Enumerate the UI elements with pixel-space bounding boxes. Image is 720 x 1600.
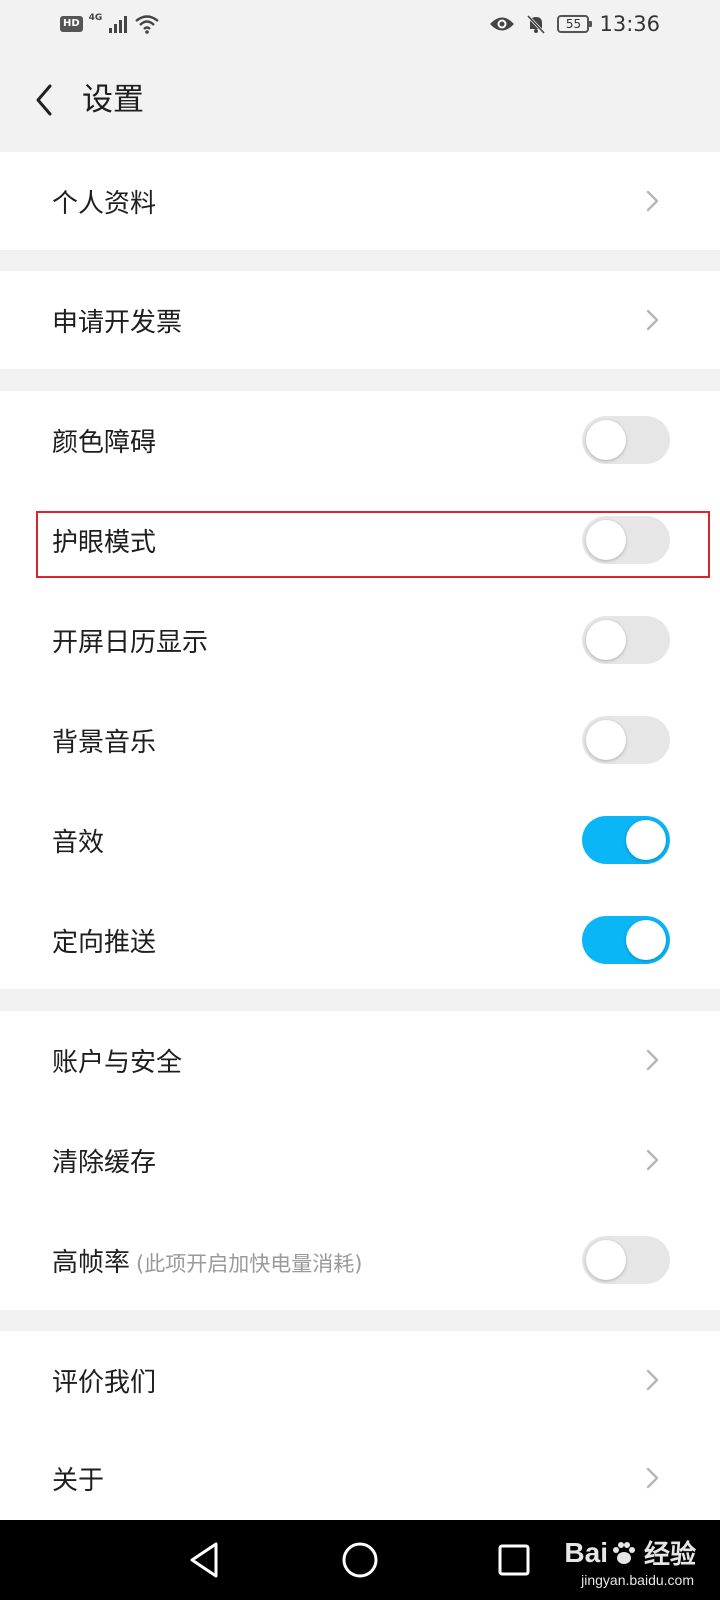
row-account-security[interactable]: 账户与安全 [0,1011,720,1109]
status-left: HD 4G [60,13,160,34]
color-blind-toggle[interactable] [582,416,670,464]
watermark-url: jingyan.baidu.com [581,1572,694,1588]
row-eye-care: 护眼模式 [0,491,720,589]
row-label: 个人资料 [52,188,157,219]
row-high-fps: 高帧率 (此项开启加快电量消耗) [0,1211,720,1309]
square-recents-icon [498,1544,530,1576]
hd-badge: HD [60,16,83,32]
row-label: 背景音乐 [52,727,157,758]
circle-home-icon [342,1542,378,1578]
group-invoice: 申请开发票 [0,271,720,369]
toggle-knob [586,420,626,460]
triangle-back-icon [190,1542,218,1578]
toggle-knob [586,520,626,560]
high-fps-label: 高帧率 [52,1247,131,1278]
watermark-brand: Bai [564,1536,608,1568]
chevron-right-icon [646,190,659,212]
row-color-blind: 颜色障碍 [0,391,720,489]
paw-icon [612,1541,635,1564]
row-label: 申请开发票 [52,307,183,338]
watermark-cn: 经验 [643,1540,696,1570]
group-profile: 个人资料 [0,152,720,250]
page-title: 设置 [82,82,144,118]
push-toggle[interactable] [582,916,670,964]
back-arrow-icon [36,84,52,116]
row-invoice[interactable]: 申请开发票 [0,271,720,369]
row-label: 护眼模式 [52,527,157,558]
high-fps-note: (此项开启加快电量消耗) [136,1251,363,1276]
toggle-knob [626,920,666,960]
clock: 13:36 [599,12,660,36]
row-about[interactable]: 关于 [0,1429,720,1527]
row-rate-us[interactable]: 评价我们 [0,1331,720,1429]
row-clear-cache[interactable]: 清除缓存 [0,1111,720,1209]
chevron-right-icon [646,1049,659,1071]
nav-back-button[interactable] [184,1538,228,1582]
row-label: 音效 [52,827,105,858]
toggle-knob [586,720,626,760]
row-calendar: 开屏日历显示 [0,591,720,689]
toggle-knob [586,620,626,660]
row-label: 开屏日历显示 [52,627,209,658]
watermark: Bai 经验 [564,1534,696,1571]
high-fps-toggle[interactable] [582,1236,670,1284]
network-type: 4G [88,13,103,23]
battery-icon: 55 [557,15,593,33]
chevron-right-icon [646,309,659,331]
eye-icon [490,17,515,31]
row-label: 高帧率 (此项开启加快电量消耗) [52,1242,362,1279]
toggle-knob [626,820,666,860]
calendar-toggle[interactable] [582,616,670,664]
eye-care-toggle[interactable] [582,516,670,564]
mute-bell-icon [527,14,546,35]
row-profile[interactable]: 个人资料 [0,152,720,250]
row-label: 评价我们 [52,1367,157,1398]
signal-icon [109,16,128,33]
chevron-right-icon [646,1369,659,1391]
group-account: 账户与安全 清除缓存 高帧率 (此项开启加快电量消耗) [0,1011,720,1310]
nav-home-button[interactable] [338,1538,382,1582]
group-preferences: 颜色障碍 护眼模式 开屏日历显示 背景音乐 音效 定向推送 [0,391,720,989]
sound-effect-toggle[interactable] [582,816,670,864]
nav-recents-button[interactable] [492,1538,536,1582]
system-nav-bar: Bai 经验 jingyan.baidu.com [0,1520,720,1600]
row-label: 账户与安全 [52,1047,183,1078]
group-about: 评价我们 关于 [0,1331,720,1520]
row-label: 定向推送 [52,927,157,958]
header: 设置 [0,52,720,148]
row-label: 关于 [52,1465,105,1496]
row-label: 颜色障碍 [52,427,157,458]
row-bg-music: 背景音乐 [0,691,720,789]
status-right: 55 13:36 [489,12,660,36]
toggle-knob [586,1240,626,1280]
row-push: 定向推送 [0,891,720,989]
chevron-right-icon [646,1149,659,1171]
back-button[interactable] [26,80,66,120]
chevron-right-icon [646,1467,659,1489]
wifi-icon [135,15,160,34]
row-label: 清除缓存 [52,1147,157,1178]
row-sound-effect: 音效 [0,791,720,889]
status-bar: HD 4G 55 13:36 [0,0,720,52]
bg-music-toggle[interactable] [582,716,670,764]
